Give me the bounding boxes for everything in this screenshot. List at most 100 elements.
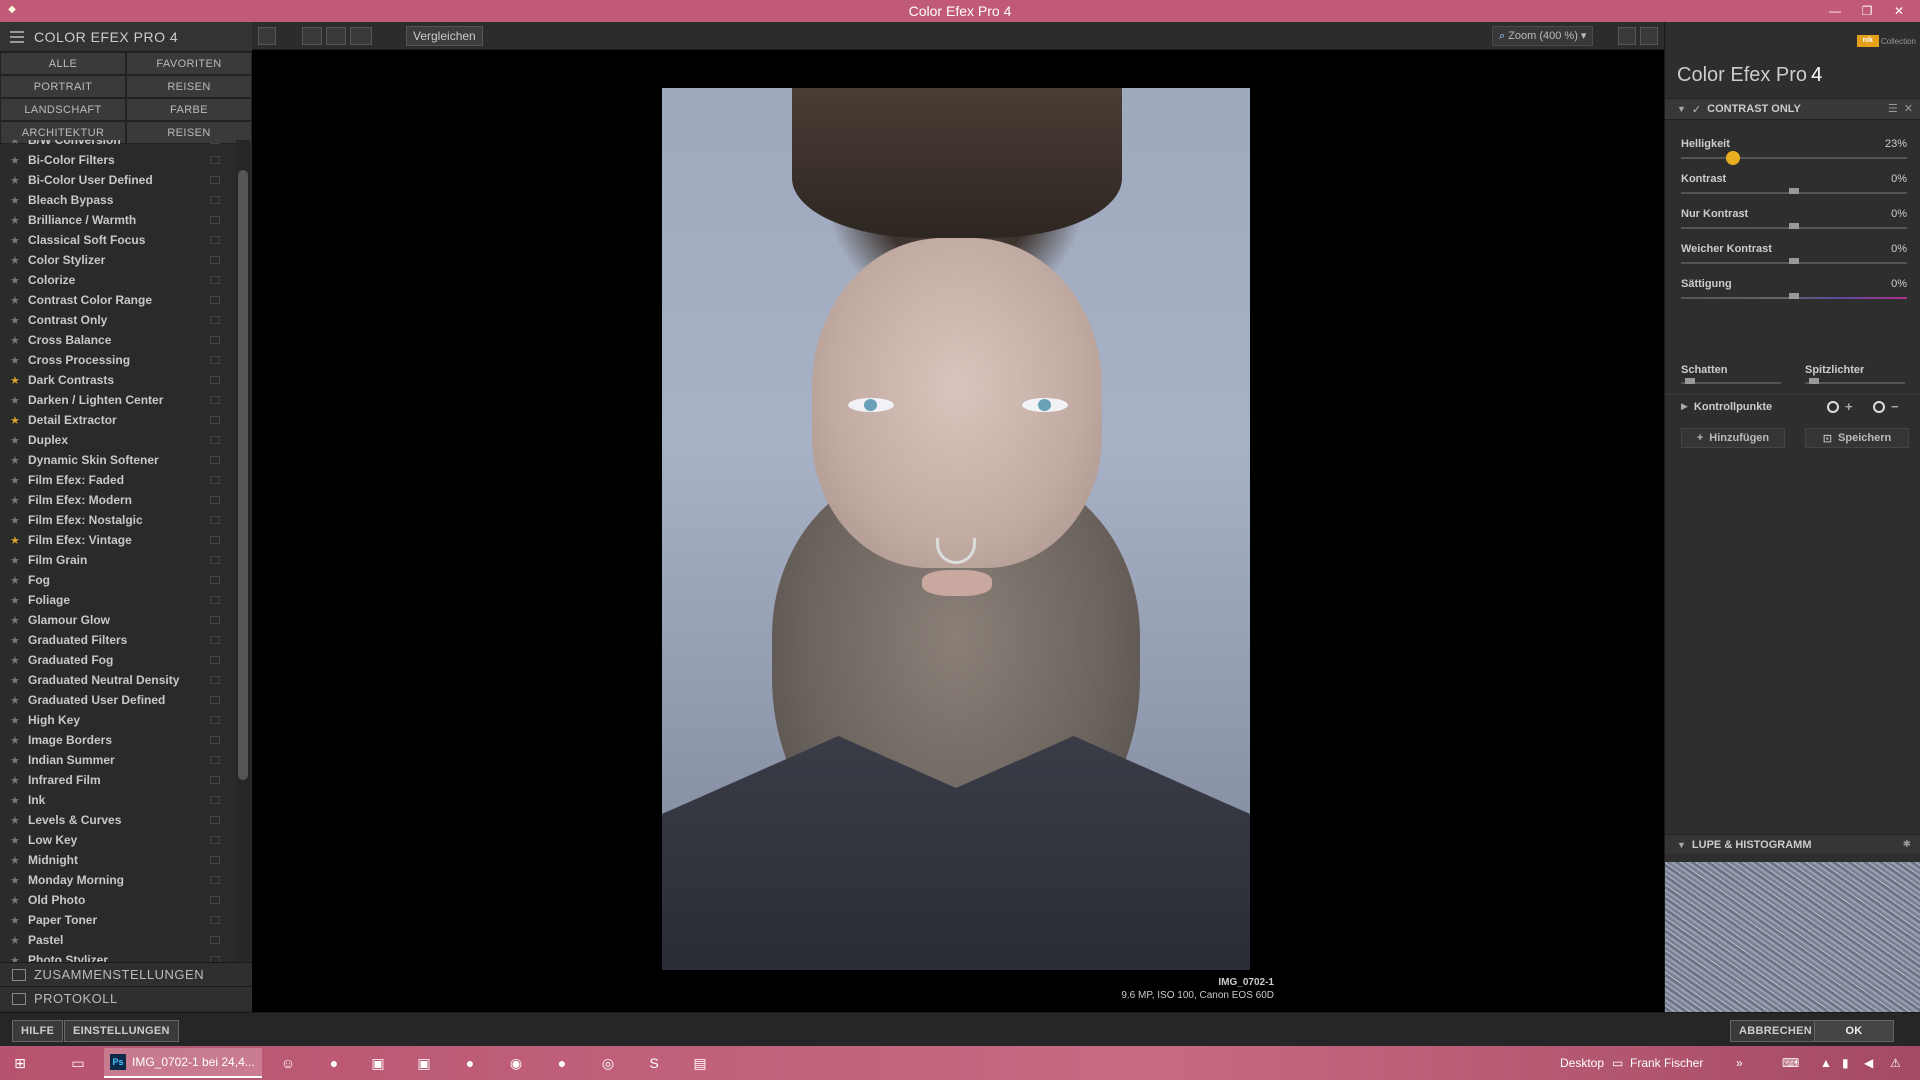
filter-preset-icon[interactable] bbox=[210, 616, 220, 624]
favorite-star-icon[interactable]: ★ bbox=[10, 674, 24, 687]
category-tab[interactable]: LANDSCHAFT bbox=[0, 98, 126, 121]
filter-list-item[interactable]: ★ Foliage bbox=[0, 590, 238, 610]
filter-preset-icon[interactable] bbox=[210, 656, 220, 664]
filter-preset-icon[interactable] bbox=[210, 256, 220, 264]
user-folder-icon[interactable]: ▭ bbox=[1612, 1046, 1623, 1080]
presets-section[interactable]: ZUSAMMENSTELLUNGEN bbox=[0, 962, 252, 986]
menu-icon[interactable] bbox=[10, 30, 24, 43]
filter-list-scrollbar[interactable] bbox=[238, 170, 248, 780]
filter-preset-icon[interactable] bbox=[210, 156, 220, 164]
favorite-star-icon[interactable]: ★ bbox=[10, 454, 24, 467]
favorite-star-icon[interactable]: ★ bbox=[10, 514, 24, 527]
minus-icon[interactable]: − bbox=[1891, 399, 1899, 414]
filter-list-item[interactable]: ★ Brilliance / Warmth bbox=[0, 210, 238, 230]
filter-preset-icon[interactable] bbox=[210, 896, 220, 904]
filter-list-item[interactable]: ★ Bi-Color Filters bbox=[0, 150, 238, 170]
filter-preset-icon[interactable] bbox=[210, 216, 220, 224]
favorite-star-icon[interactable]: ★ bbox=[10, 214, 24, 227]
filter-list-item[interactable]: ★ Pastel bbox=[0, 930, 238, 950]
adjustment-slider[interactable]: Nur Kontrast 0% bbox=[1681, 208, 1907, 238]
single-view-icon[interactable] bbox=[302, 27, 322, 45]
slider-track[interactable] bbox=[1681, 157, 1907, 159]
filter-header[interactable]: ▼ ✓ CONTRAST ONLY ☰ ✕ bbox=[1665, 98, 1920, 120]
filter-preset-icon[interactable] bbox=[210, 416, 220, 424]
add-positive-control-point-icon[interactable] bbox=[1827, 401, 1839, 413]
favorite-star-icon[interactable]: ★ bbox=[10, 154, 24, 167]
filter-preset-icon[interactable] bbox=[210, 716, 220, 724]
filter-list-item[interactable]: ★ Infrared Film bbox=[0, 770, 238, 790]
filter-list-item[interactable]: ★ Colorize bbox=[0, 270, 238, 290]
filter-list-item[interactable]: ★ Glamour Glow bbox=[0, 610, 238, 630]
collapse-icon[interactable]: ▼ bbox=[1677, 840, 1686, 850]
favorite-star-icon[interactable]: ★ bbox=[10, 774, 24, 787]
network-icon[interactable]: ▮ bbox=[1842, 1046, 1849, 1080]
filter-preset-icon[interactable] bbox=[210, 836, 220, 844]
lightroom-icon[interactable]: ▣ bbox=[366, 1051, 390, 1075]
enable-checkbox[interactable]: ✓ bbox=[1692, 103, 1701, 116]
favorite-star-icon[interactable]: ★ bbox=[10, 354, 24, 367]
category-tab[interactable]: PORTRAIT bbox=[0, 75, 126, 98]
filter-list-item[interactable]: ★ Contrast Color Range bbox=[0, 290, 238, 310]
favorite-star-icon[interactable]: ★ bbox=[10, 140, 24, 147]
highlights-slider[interactable]: Spitzlichter bbox=[1805, 360, 1905, 390]
filter-preset-icon[interactable] bbox=[210, 596, 220, 604]
plus-icon[interactable]: + bbox=[1845, 399, 1853, 414]
split-view-icon[interactable] bbox=[326, 27, 346, 45]
cancel-button[interactable]: ABBRECHEN bbox=[1730, 1020, 1821, 1042]
user-label[interactable]: Frank Fischer bbox=[1630, 1046, 1703, 1080]
favorite-star-icon[interactable]: ★ bbox=[10, 814, 24, 827]
record-icon[interactable]: ● bbox=[550, 1051, 574, 1075]
category-tab[interactable]: FARBE bbox=[126, 98, 252, 121]
filter-list-item[interactable]: ★ Cross Balance bbox=[0, 330, 238, 350]
filter-list-item[interactable]: ★ Film Efex: Modern bbox=[0, 490, 238, 510]
favorite-star-icon[interactable]: ★ bbox=[10, 414, 24, 427]
filter-preset-icon[interactable] bbox=[210, 736, 220, 744]
slider-knob[interactable] bbox=[1789, 188, 1799, 194]
filter-list-item[interactable]: ★ Duplex bbox=[0, 430, 238, 450]
fullscreen-icon[interactable] bbox=[1640, 27, 1658, 45]
chrome-icon[interactable]: ◎ bbox=[596, 1051, 620, 1075]
category-tab[interactable]: REISEN bbox=[126, 75, 252, 98]
filter-list-item[interactable]: ★ Dynamic Skin Softener bbox=[0, 450, 238, 470]
filter-list-item[interactable]: ★ Detail Extractor bbox=[0, 410, 238, 430]
settings-button[interactable]: EINSTELLUNGEN bbox=[64, 1020, 179, 1042]
favorite-star-icon[interactable]: ★ bbox=[10, 174, 24, 187]
taskbar-photoshop-window[interactable]: Ps IMG_0702-1 bei 24,4... bbox=[104, 1048, 262, 1078]
filter-preset-icon[interactable] bbox=[210, 816, 220, 824]
adjustment-slider[interactable]: Sättigung 0% bbox=[1681, 278, 1907, 308]
tray-expand-icon[interactable]: ▲ bbox=[1820, 1046, 1832, 1080]
filter-list-item[interactable]: ★ Graduated Filters bbox=[0, 630, 238, 650]
image-canvas[interactable]: IMG_0702-1 9.6 MP, ISO 100, Canon EOS 60… bbox=[252, 50, 1664, 1012]
app-icon-4[interactable]: ▤ bbox=[688, 1051, 712, 1075]
restore-icon[interactable]: ❐ bbox=[1852, 0, 1882, 22]
filter-menu-icon[interactable]: ☰ bbox=[1888, 102, 1898, 115]
favorite-star-icon[interactable]: ★ bbox=[10, 734, 24, 747]
windows-start-icon[interactable]: ⊞ bbox=[8, 1051, 32, 1075]
favorite-star-icon[interactable]: ★ bbox=[10, 314, 24, 327]
pin-icon[interactable]: ✱ bbox=[1903, 839, 1911, 850]
compare-button[interactable]: Vergleichen bbox=[406, 26, 483, 46]
favorite-star-icon[interactable]: ★ bbox=[10, 634, 24, 647]
remove-filter-icon[interactable]: ✕ bbox=[1904, 102, 1913, 115]
volume-icon[interactable]: ◀ bbox=[1864, 1046, 1873, 1080]
favorite-star-icon[interactable]: ★ bbox=[10, 894, 24, 907]
favorite-star-icon[interactable]: ★ bbox=[10, 234, 24, 247]
filter-list-item[interactable]: ★ Graduated User Defined bbox=[0, 690, 238, 710]
filter-preset-icon[interactable] bbox=[210, 536, 220, 544]
category-tab[interactable]: ALLE bbox=[0, 52, 126, 75]
filter-list-item[interactable]: ★ Low Key bbox=[0, 830, 238, 850]
loupe-histogram-header[interactable]: ▼ LUPE & HISTOGRAMM ✱ bbox=[1665, 834, 1920, 854]
favorite-star-icon[interactable]: ★ bbox=[10, 274, 24, 287]
toggle-panel-icon[interactable] bbox=[258, 27, 276, 45]
filter-preset-icon[interactable] bbox=[210, 236, 220, 244]
slider-knob[interactable] bbox=[1725, 151, 1740, 165]
favorite-star-icon[interactable]: ★ bbox=[10, 654, 24, 667]
favorite-star-icon[interactable]: ★ bbox=[10, 574, 24, 587]
filter-list-item[interactable]: ★ Classical Soft Focus bbox=[0, 230, 238, 250]
favorite-star-icon[interactable]: ★ bbox=[10, 714, 24, 727]
favorite-star-icon[interactable]: ★ bbox=[10, 294, 24, 307]
filter-preset-icon[interactable] bbox=[210, 476, 220, 484]
ok-button[interactable]: OK bbox=[1814, 1020, 1894, 1042]
filter-list-item[interactable]: ★ Film Efex: Faded bbox=[0, 470, 238, 490]
filter-preset-icon[interactable] bbox=[210, 176, 220, 184]
